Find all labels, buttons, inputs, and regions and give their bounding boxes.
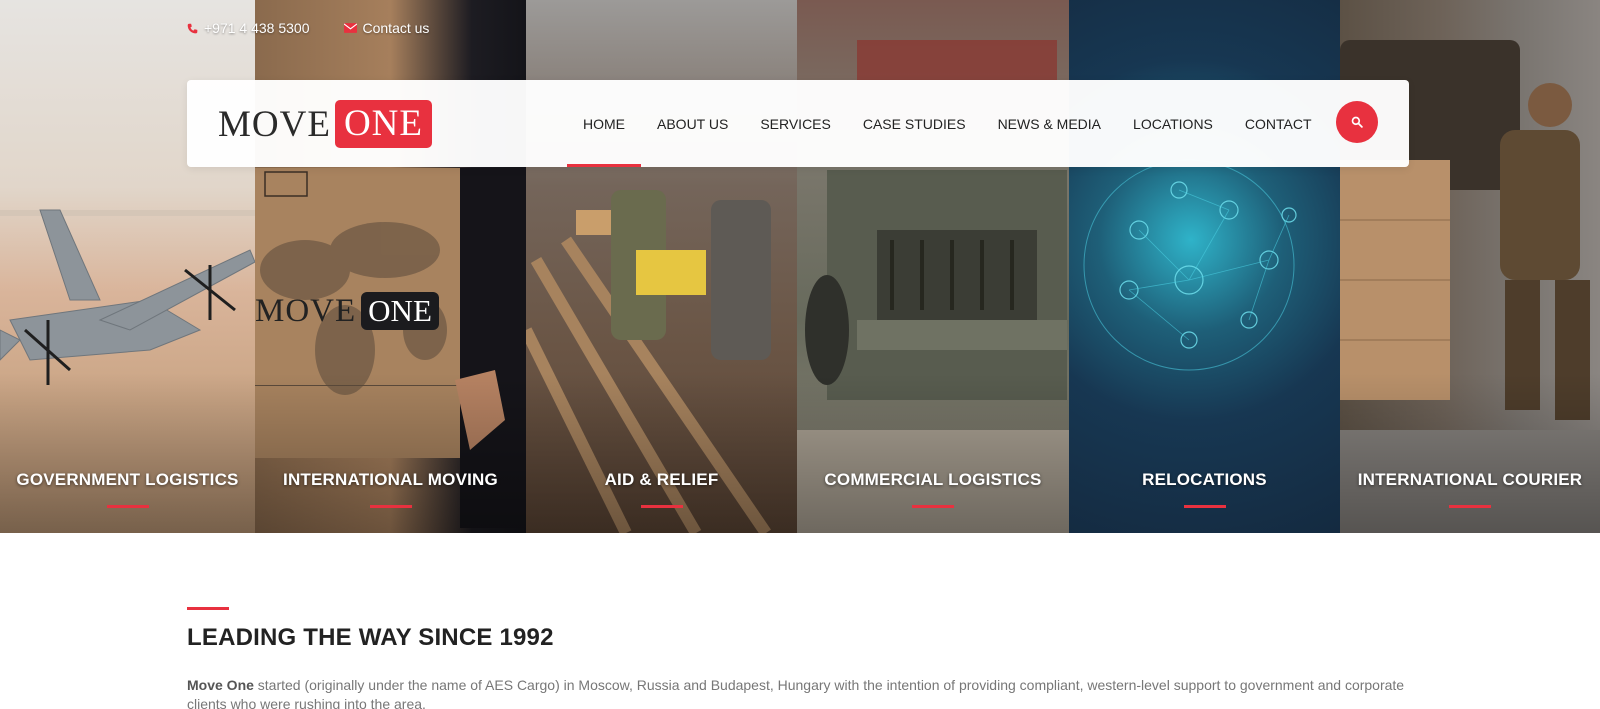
search-button[interactable] — [1336, 101, 1378, 143]
section-body-text: started (originally under the name of AE… — [187, 677, 1405, 709]
tile-underline — [640, 505, 683, 508]
tile-underline — [369, 505, 412, 508]
tile-shade — [0, 373, 255, 533]
section-lead: Move One — [187, 677, 254, 693]
nav-locations[interactable]: LOCATIONS — [1117, 80, 1229, 167]
search-icon — [1351, 116, 1363, 128]
tile-label: INTERNATIONAL COURIER — [1357, 470, 1583, 489]
nav-about-us[interactable]: ABOUT US — [641, 80, 744, 167]
tile-label: GOVERNMENT LOGISTICS — [16, 470, 239, 489]
phone-icon — [187, 23, 198, 33]
tile-label: RELOCATIONS — [1142, 470, 1267, 489]
section-title: LEADING THE WAY SINCE 1992 — [187, 624, 554, 651]
tile-label: COMMERCIAL LOGISTICS — [824, 470, 1042, 489]
nav-news-media[interactable]: NEWS & MEDIA — [982, 80, 1117, 167]
tile-shade — [255, 373, 526, 533]
site-header: MOVE ONE HOME ABOUT US SERVICES CASE STU… — [187, 80, 1409, 167]
section-accent-bar — [187, 607, 229, 610]
main-nav: HOME ABOUT US SERVICES CASE STUDIES NEWS… — [567, 80, 1328, 167]
nav-services[interactable]: SERVICES — [744, 80, 847, 167]
intro-section: LEADING THE WAY SINCE 1992 Move One star… — [187, 607, 1409, 709]
box-logo: MOVE ONE — [255, 292, 439, 330]
nav-contact[interactable]: CONTACT — [1229, 80, 1328, 167]
tile-shade — [797, 373, 1069, 533]
contact-label: Contact us — [362, 20, 430, 36]
box-logo-one: ONE — [361, 292, 439, 330]
phone-link[interactable]: +971 4 438 5300 — [187, 20, 310, 36]
tile-label: INTERNATIONAL MOVING — [283, 470, 498, 489]
tile-underline — [1183, 505, 1226, 508]
nav-case-studies[interactable]: CASE STUDIES — [847, 80, 982, 167]
nav-home[interactable]: HOME — [567, 80, 641, 167]
site-logo[interactable]: MOVE ONE — [218, 100, 432, 148]
tile-underline — [912, 505, 954, 508]
envelope-icon — [343, 23, 357, 33]
box-logo-move: MOVE — [255, 292, 357, 329]
tile-underline — [106, 505, 149, 508]
tile-shade — [526, 373, 797, 533]
section-body: Move One started (originally under the n… — [187, 676, 1407, 709]
tile-shade — [1340, 373, 1600, 533]
tile-underline — [1449, 505, 1491, 508]
logo-one-badge: ONE — [334, 100, 432, 148]
phone-number: +971 4 438 5300 — [204, 20, 310, 36]
tile-label: AID & RELIEF — [604, 470, 719, 489]
top-contact-bar: +971 4 438 5300 Contact us — [187, 20, 429, 36]
contact-link[interactable]: Contact us — [343, 20, 430, 36]
logo-move-text: MOVE — [218, 103, 331, 145]
